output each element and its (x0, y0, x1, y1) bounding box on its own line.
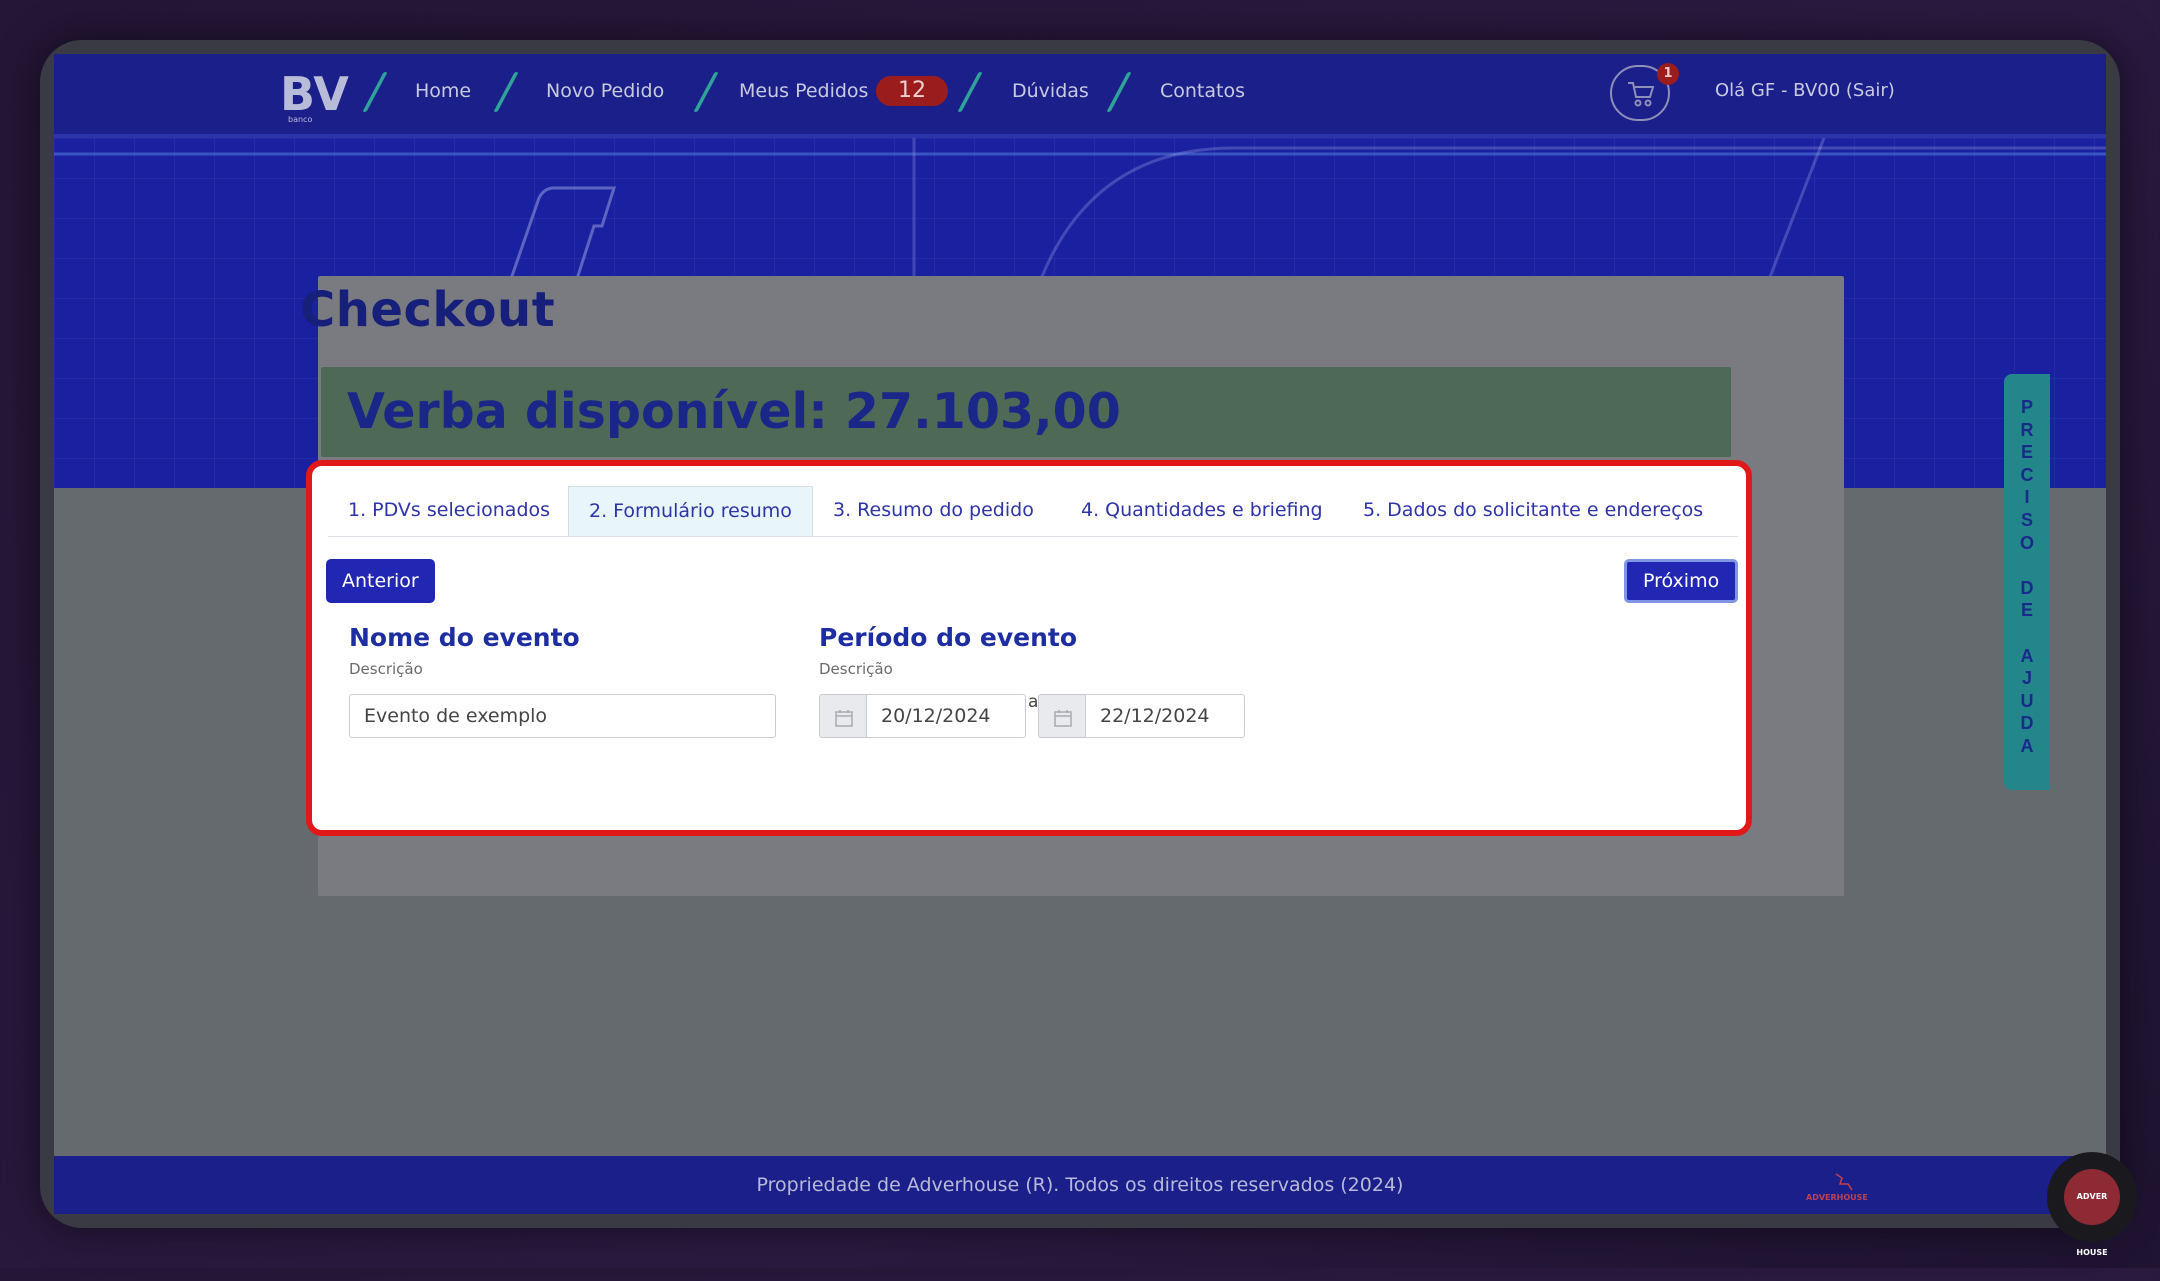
end-date-input[interactable]: 22/12/2024 (1085, 694, 1245, 738)
tab-formulario-resumo[interactable]: 2. Formulário resumo (568, 486, 813, 536)
adverhouse-footer-logo[interactable]: ADVERHOUSE (1806, 1170, 1886, 1206)
previous-button[interactable]: Anterior (326, 559, 435, 603)
event-name-subtitle: Descrição (349, 660, 423, 678)
nav-link-meus-pedidos[interactable]: Meus Pedidos (739, 80, 868, 102)
event-period-title: Período do evento (819, 623, 1078, 652)
nav-separator (693, 72, 719, 112)
bv-logo[interactable]: BV banco (280, 66, 360, 124)
orders-count-badge: 12 (876, 76, 948, 106)
nav-separator (362, 72, 388, 112)
tab-pdvs-selecionados[interactable]: 1. PDVs selecionados (328, 486, 570, 535)
footer: Propriedade de Adverhouse (R). Todos os … (54, 1156, 2106, 1214)
tab-quantidades-briefing[interactable]: 4. Quantidades e briefing (1061, 486, 1343, 535)
start-date-calendar-addon[interactable] (819, 694, 867, 738)
bv-logo-sub: banco (288, 115, 312, 124)
svg-text:ADVERHOUSE: ADVERHOUSE (1806, 1193, 1868, 1202)
nav-link-home[interactable]: Home (415, 80, 471, 102)
help-side-tab[interactable]: PRE CIS OD EA JUD A (2004, 374, 2050, 790)
available-budget-text: Verba disponível: 27.103,00 (347, 383, 1121, 440)
page-title: Checkout (300, 282, 556, 338)
footer-copyright: Propriedade de Adverhouse (R). Todos os … (756, 1174, 1404, 1196)
start-date-input[interactable]: 20/12/2024 (866, 694, 1026, 738)
end-date-calendar-addon[interactable] (1038, 694, 1086, 738)
available-budget-banner: Verba disponível: 27.103,00 (321, 367, 1731, 457)
event-name-title: Nome do evento (349, 623, 580, 652)
next-button[interactable]: Próximo (1624, 559, 1739, 603)
help-tab-label: PRE CIS OD EA JUD A (2019, 397, 2034, 756)
tab-resumo-do-pedido[interactable]: 3. Resumo do pedido (813, 486, 1054, 535)
nav-separator (1106, 72, 1132, 112)
calendar-icon (835, 710, 853, 727)
event-period-subtitle: Descrição (819, 660, 893, 678)
cart-count-badge: 1 (1657, 63, 1679, 85)
tab-dados-solicitante[interactable]: 5. Dados do solicitante e endereços (1343, 486, 1723, 535)
nav-separator (493, 72, 519, 112)
nav-link-novo-pedido[interactable]: Novo Pedido (546, 80, 664, 102)
bv-logo-text: BV (280, 67, 349, 121)
date-range-separator: a (1028, 692, 1039, 712)
nav-link-contatos[interactable]: Contatos (1160, 80, 1245, 102)
cart-icon (1628, 82, 1655, 107)
nav-separator (957, 72, 983, 112)
step-tabs: 1. PDVs selecionados 2. Formulário resum… (328, 486, 1738, 537)
chat-widget-button[interactable]: ADVER HOUSE (2047, 1152, 2137, 1257)
calendar-icon (1054, 710, 1072, 727)
top-nav: BV banco Home Novo Pedido Meus Pedidos 1… (54, 54, 2106, 138)
checkout-steps-panel: 1. PDVs selecionados 2. Formulário resum… (306, 460, 1752, 836)
user-greeting-logout[interactable]: Olá GF - BV00 (Sair) (1715, 80, 1895, 101)
nav-link-duvidas[interactable]: Dúvidas (1012, 80, 1089, 102)
event-name-input[interactable]: Evento de exemplo (349, 694, 776, 738)
adverhouse-chat-icon: ADVER HOUSE (2064, 1169, 2120, 1257)
